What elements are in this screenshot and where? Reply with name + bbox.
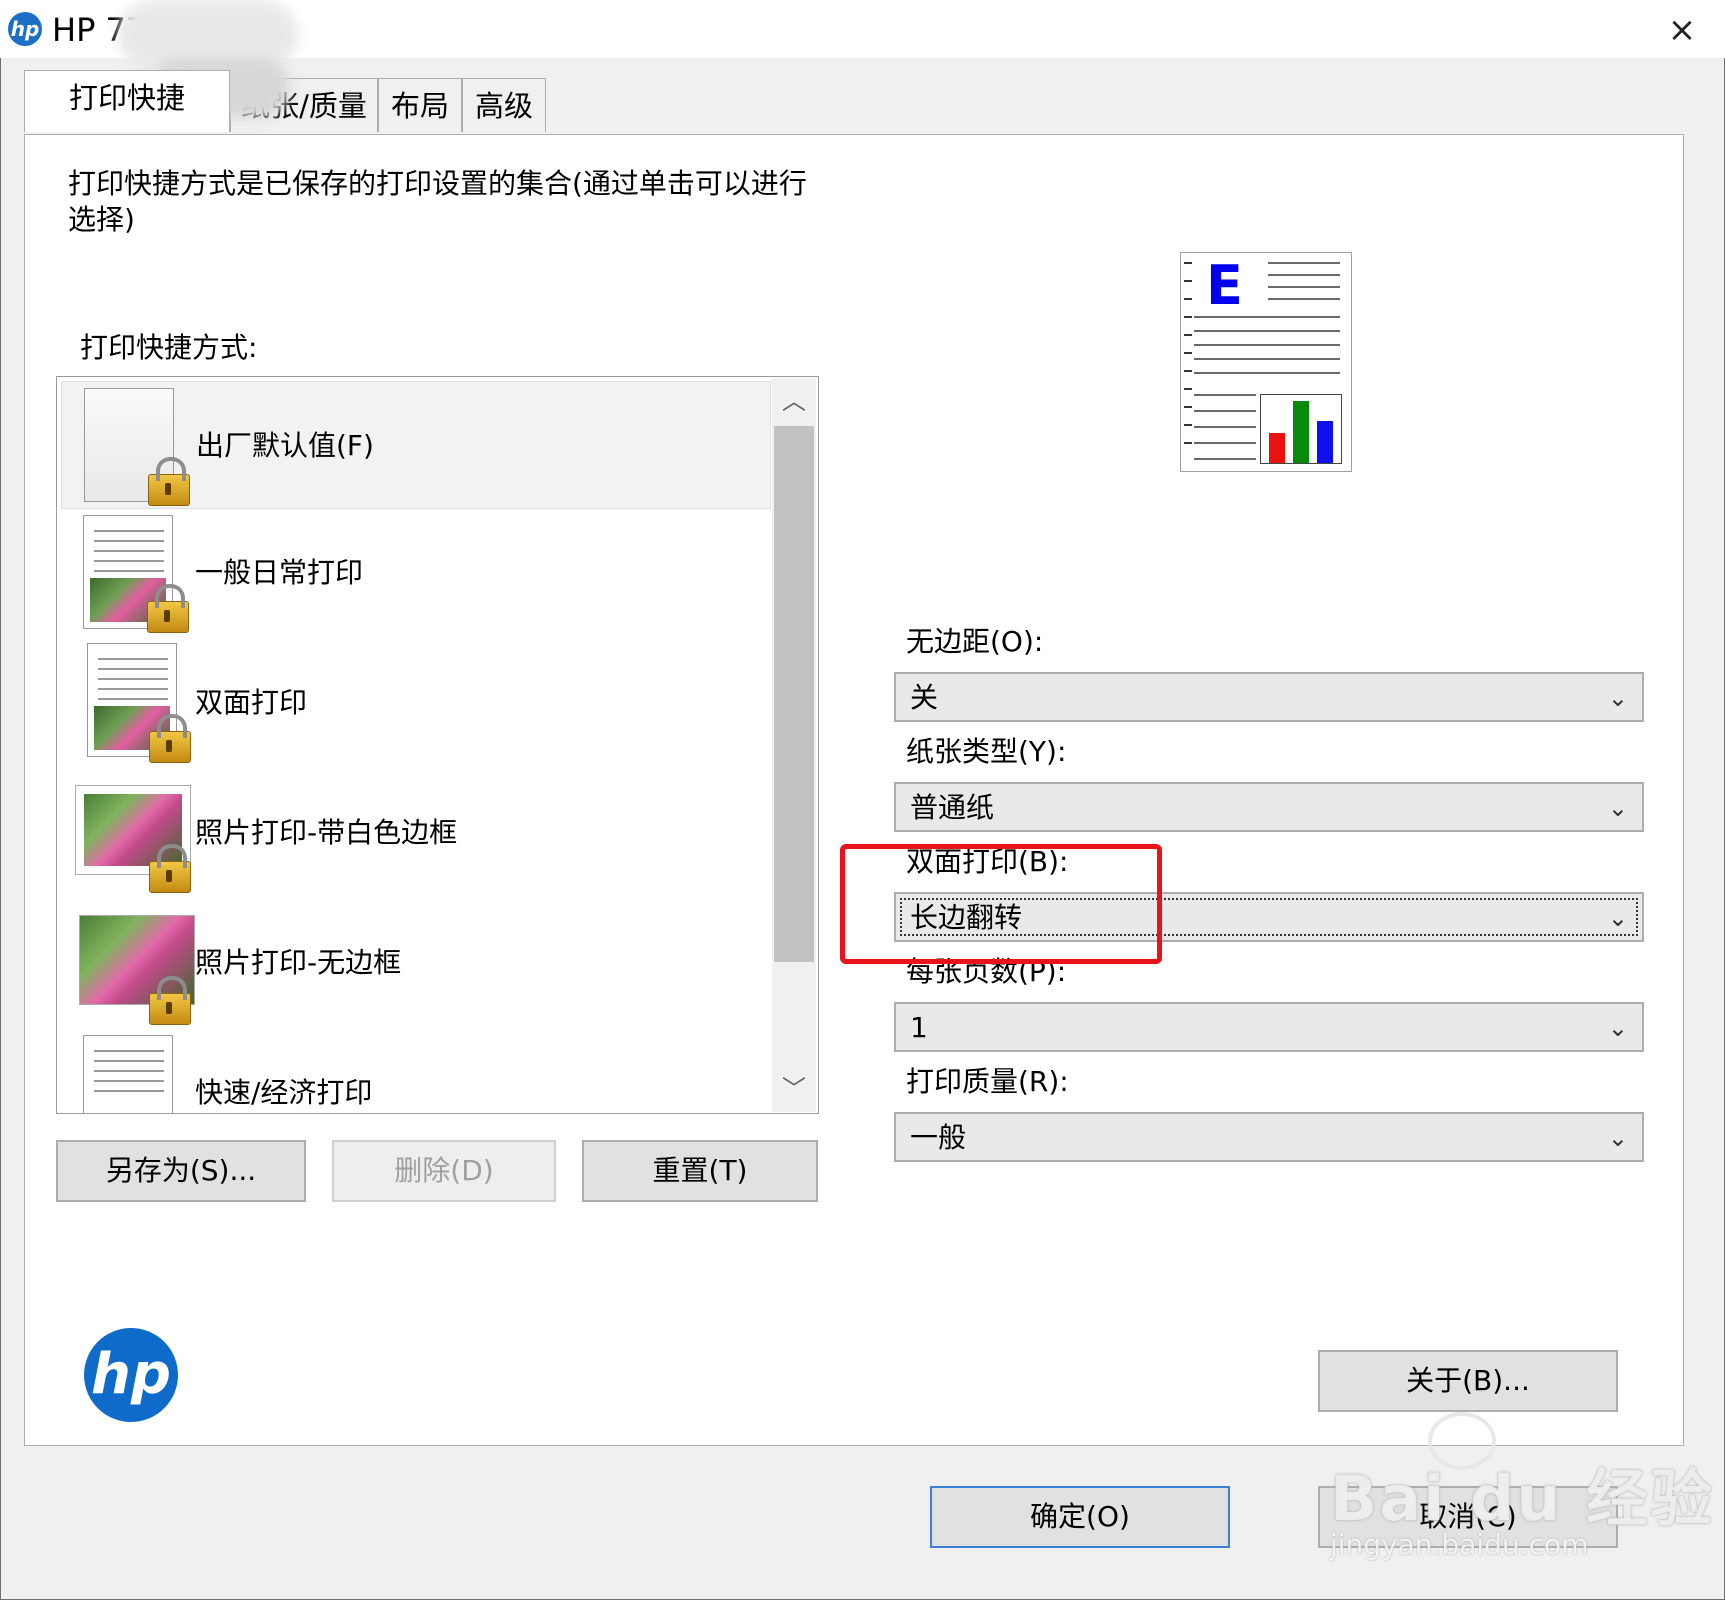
hp-title-icon: hp: [8, 12, 42, 46]
list-item-label: 出厂默认值(F): [196, 429, 374, 462]
annotation-highlight-box: [840, 844, 1162, 964]
paper-type-value: 普通纸: [910, 791, 995, 824]
list-item-label: 双面打印: [195, 686, 308, 719]
lock-icon: [147, 584, 189, 633]
list-item[interactable]: 双面打印: [61, 641, 771, 769]
chevron-down-icon: ⌄: [1607, 684, 1628, 712]
list-item[interactable]: 快速/经济打印: [61, 1031, 771, 1113]
lock-icon: [149, 844, 191, 893]
borderless-select[interactable]: 关 ⌄: [894, 672, 1644, 722]
watermark-url: jingyan.baidu.com: [1330, 1528, 1589, 1561]
print-quality-label: 打印质量(R):: [906, 1065, 1069, 1098]
shortcuts-list-label: 打印快捷方式:: [80, 331, 258, 364]
scrollbar-thumb[interactable]: [774, 426, 814, 962]
lock-icon: [149, 976, 191, 1025]
chevron-down-icon: ⌄: [1607, 1124, 1628, 1152]
chevron-down-icon: ⌄: [1607, 1014, 1628, 1042]
list-item-label: 照片打印-带白色边框: [195, 816, 458, 849]
watermark: Bai du 经验: [1330, 1462, 1715, 1535]
list-item-label: 快速/经济打印: [195, 1076, 373, 1109]
save-as-button[interactable]: 另存为(S)...: [56, 1140, 306, 1202]
shortcuts-description: 打印快捷方式是已保存的打印设置的集合(通过单击可以进行选择): [68, 167, 807, 236]
pages-per-sheet-select[interactable]: 1 ⌄: [894, 1002, 1644, 1052]
reset-button[interactable]: 重置(T): [582, 1140, 818, 1202]
list-item[interactable]: 一般日常打印: [61, 511, 771, 639]
close-icon[interactable]: ×: [1660, 8, 1704, 52]
scroll-down-icon[interactable]: ﹀: [772, 1066, 816, 1112]
ok-button[interactable]: 确定(O): [930, 1486, 1230, 1548]
borderless-label: 无边距(O):: [906, 625, 1044, 658]
lock-icon: [149, 714, 191, 763]
list-item[interactable]: 出厂默认值(F): [61, 381, 771, 509]
about-button[interactable]: 关于(B)...: [1318, 1350, 1618, 1412]
list-item[interactable]: 照片打印-无边框: [61, 901, 771, 1029]
list-item-label: 照片打印-无边框: [195, 946, 402, 979]
pages-per-sheet-value: 1: [910, 1011, 928, 1044]
tab-layout[interactable]: 布局: [378, 78, 462, 132]
tab-advanced[interactable]: 高级: [462, 78, 546, 132]
chevron-down-icon: ⌄: [1607, 904, 1628, 932]
tab-print-shortcuts[interactable]: 打印快捷: [24, 70, 230, 132]
list-item[interactable]: 照片打印-带白色边框: [61, 771, 771, 899]
hp-logo: hp: [84, 1328, 178, 1422]
scroll-up-icon[interactable]: ︿: [772, 378, 816, 424]
print-quality-select[interactable]: 一般 ⌄: [894, 1112, 1644, 1162]
paper-type-label: 纸张类型(Y):: [906, 735, 1067, 768]
shortcuts-list[interactable]: 出厂默认值(F) 一般日常打印 双面打印 照片打印-带白色边框 照片打印-无边框…: [56, 376, 819, 1114]
preview-letter: E: [1206, 254, 1243, 317]
lock-icon: [148, 457, 190, 506]
delete-button[interactable]: 删除(D): [332, 1140, 556, 1202]
chevron-down-icon: ⌄: [1607, 794, 1628, 822]
list-item-label: 一般日常打印: [195, 556, 364, 589]
economy-document-icon: [83, 1035, 173, 1113]
borderless-value: 关: [910, 681, 939, 714]
print-quality-value: 一般: [910, 1121, 967, 1154]
preview-chart: [1260, 394, 1342, 464]
paper-type-select[interactable]: 普通纸 ⌄: [894, 782, 1644, 832]
